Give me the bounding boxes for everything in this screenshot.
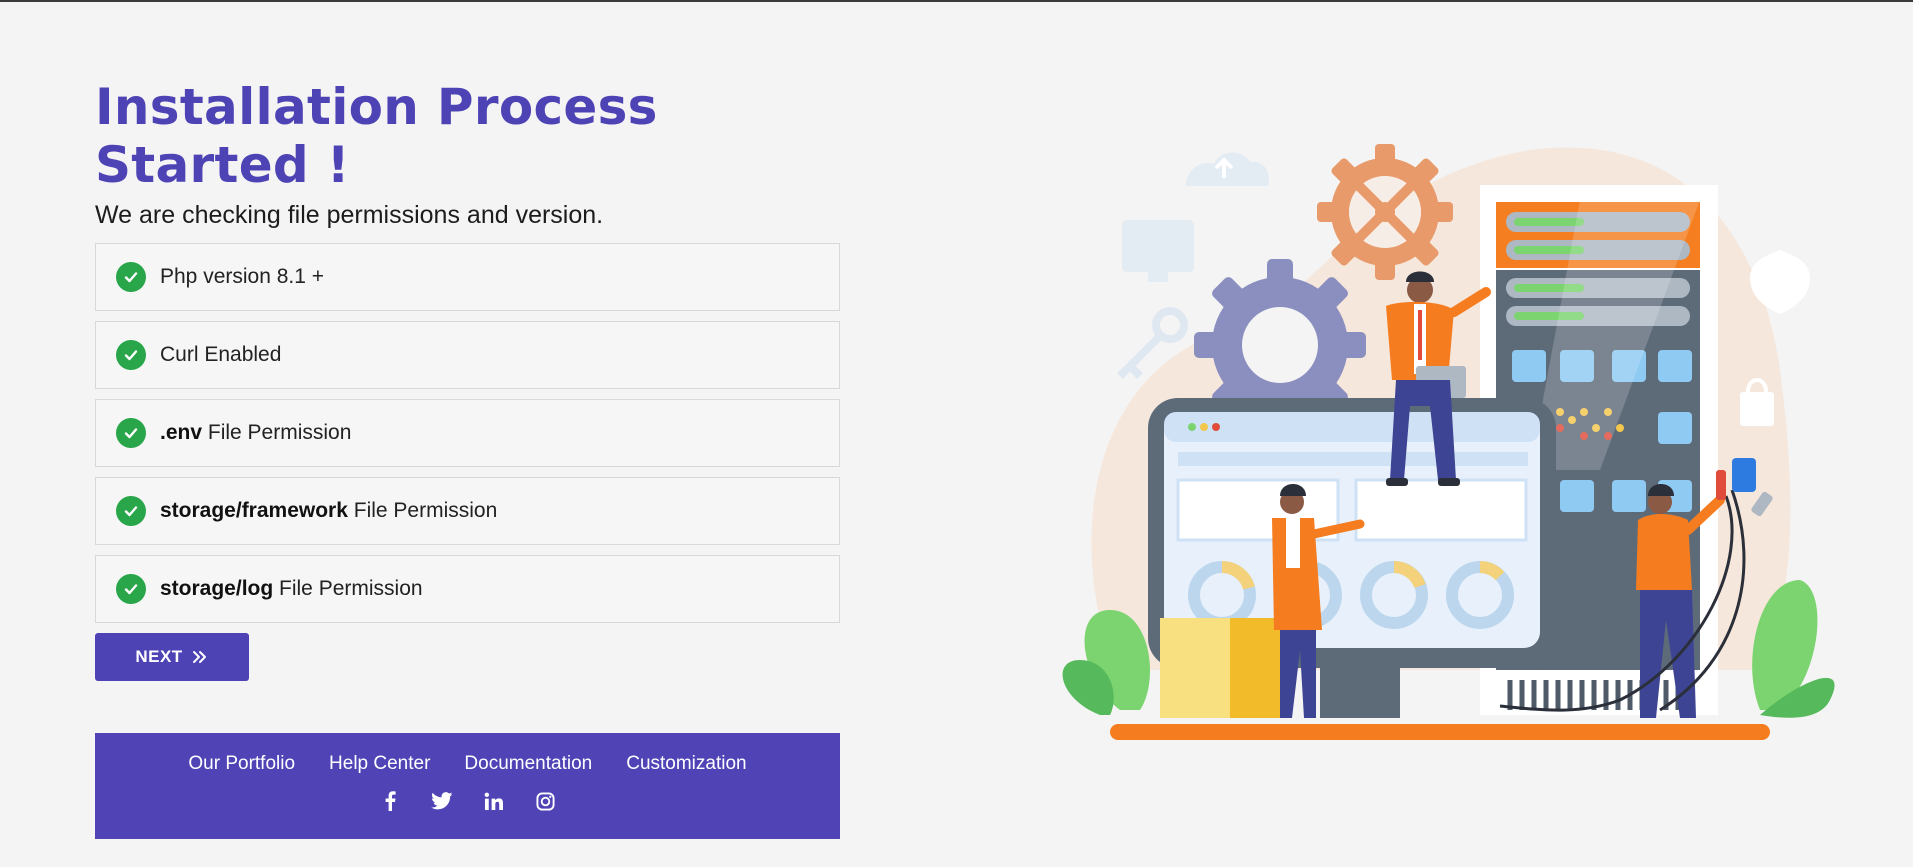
social-links [95,789,840,813]
check-label: Php version 8.1 + [160,265,325,288]
check-storage-log-permission: storage/log File Permission [95,555,840,623]
installation-illustration [1062,144,1835,740]
check-label: .env File Permission [160,421,352,444]
check-env-permission: .env File Permission [95,399,840,467]
linkedin-icon[interactable] [481,789,507,813]
link-help-center[interactable]: Help Center [329,753,430,775]
check-curl: Curl Enabled [95,321,840,389]
double-chevron-right-icon [192,651,206,663]
gear-orange-icon [1317,144,1453,280]
top-border [0,0,1913,2]
next-button[interactable]: NEXT [95,633,249,681]
check-circle-icon [116,496,146,526]
link-customization[interactable]: Customization [626,753,746,775]
box [1160,618,1230,718]
check-label: storage/framework File Permission [160,499,498,522]
check-php-version: Php version 8.1 + [95,243,840,311]
plant-left [1062,610,1150,715]
check-circle-icon [116,262,146,292]
check-storage-framework-permission: storage/framework File Permission [95,477,840,545]
check-circle-icon [116,340,146,370]
check-circle-icon [116,574,146,604]
check-label: storage/log File Permission [160,577,423,600]
facebook-icon[interactable] [377,789,403,813]
next-button-label: NEXT [135,647,183,666]
link-our-portfolio[interactable]: Our Portfolio [188,753,295,775]
check-circle-icon [116,418,146,448]
link-documentation[interactable]: Documentation [464,753,592,775]
install-panel: Installation Process Started ! We are ch… [95,78,840,839]
footer-links: Our Portfolio Help Center Documentation … [95,753,840,775]
check-label: Curl Enabled [160,343,282,366]
footer: Our Portfolio Help Center Documentation … [95,733,840,839]
cloud-upload-icon [1186,152,1269,186]
page-title: Installation Process Started ! [95,78,658,194]
requirements-list: Php version 8.1 + Curl Enabled .env File… [95,243,840,623]
instagram-icon[interactable] [533,789,559,813]
monitor-icon [1122,220,1194,272]
twitter-icon[interactable] [429,789,455,813]
page-subtitle: We are checking file permissions and ver… [95,201,604,229]
